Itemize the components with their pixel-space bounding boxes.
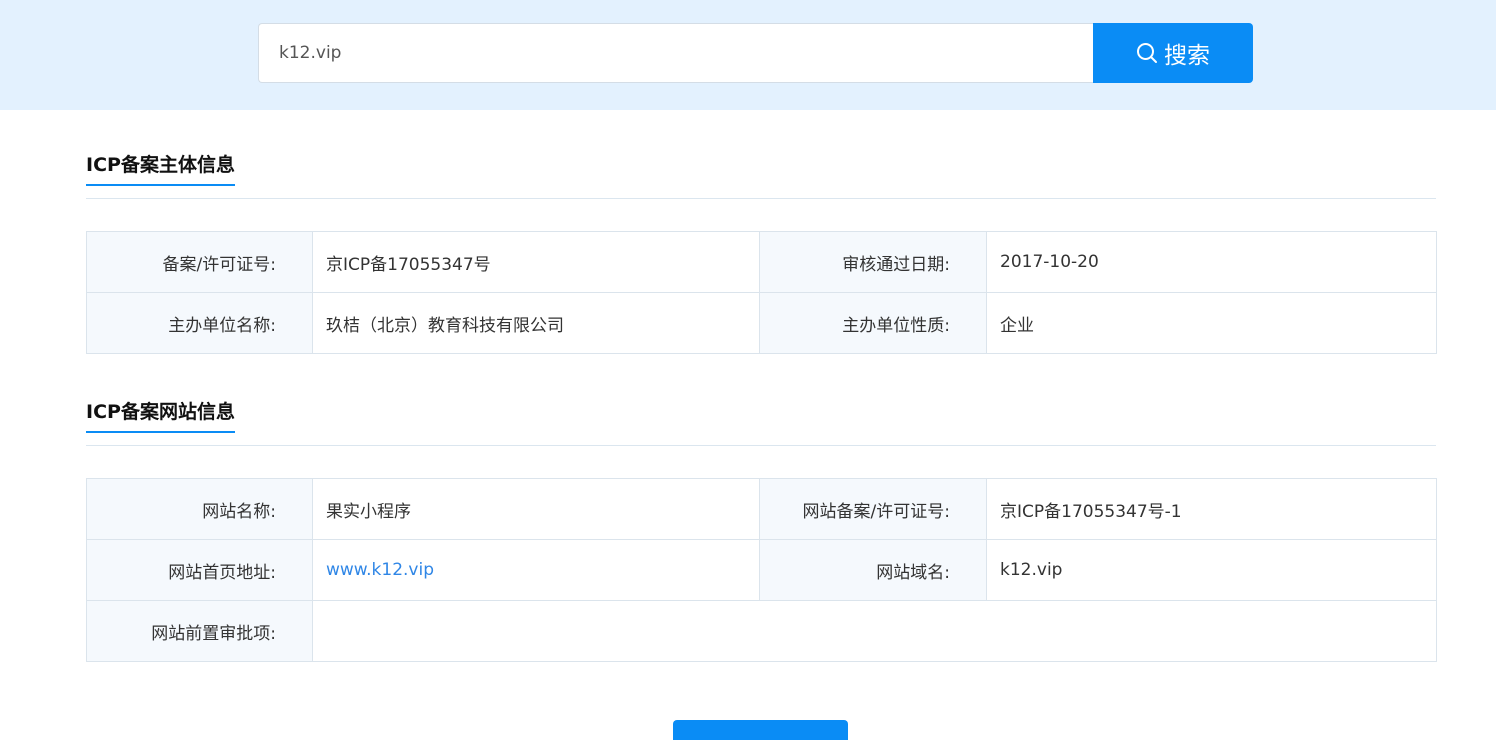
pre-approval-label: 网站前置审批项: [86, 600, 313, 662]
search-input[interactable] [258, 23, 1093, 83]
table-row: 网站前置审批项: [86, 600, 1437, 662]
homepage-url-link[interactable]: www.k12.vip [326, 560, 434, 580]
website-name-label: 网站名称: [86, 478, 313, 540]
table-row: 网站名称: 果实小程序 网站备案/许可证号: 京ICP备17055347号-1 [86, 478, 1437, 540]
approval-date-label: 审核通过日期: [759, 231, 987, 293]
homepage-url-label: 网站首页地址: [86, 539, 313, 601]
bottom-action-button[interactable] [673, 720, 848, 740]
homepage-url-cell: www.k12.vip [312, 539, 760, 601]
domain-value: k12.vip [986, 539, 1437, 601]
search-button-label: 搜索 [1164, 43, 1210, 69]
section-divider [86, 445, 1436, 446]
approval-date-value: 2017-10-20 [986, 231, 1437, 293]
sponsor-type-value: 企业 [986, 292, 1437, 354]
website-name-value: 果实小程序 [312, 478, 760, 540]
sponsor-name-label: 主办单位名称: [86, 292, 313, 354]
table-row: 备案/许可证号: 京ICP备17055347号 审核通过日期: 2017-10-… [86, 231, 1437, 293]
pre-approval-value [312, 600, 1437, 662]
website-info-table: 网站名称: 果实小程序 网站备案/许可证号: 京ICP备17055347号-1 … [86, 478, 1437, 662]
website-section-title: ICP备案网站信息 [86, 401, 235, 433]
domain-label: 网站域名: [759, 539, 987, 601]
table-row: 网站首页地址: www.k12.vip 网站域名: k12.vip [86, 539, 1437, 601]
search-button[interactable]: 搜索 [1093, 23, 1253, 83]
sponsor-name-value: 玖桔（北京）教育科技有限公司 [312, 292, 760, 354]
record-number-value: 京ICP备17055347号 [312, 231, 760, 293]
search-icon [1137, 43, 1157, 63]
record-number-label: 备案/许可证号: [86, 231, 313, 293]
sponsor-type-label: 主办单位性质: [759, 292, 987, 354]
subject-section-title: ICP备案主体信息 [86, 154, 235, 186]
section-divider [86, 198, 1436, 199]
website-license-label: 网站备案/许可证号: [759, 478, 987, 540]
subject-info-table: 备案/许可证号: 京ICP备17055347号 审核通过日期: 2017-10-… [86, 231, 1437, 354]
website-license-value: 京ICP备17055347号-1 [986, 478, 1437, 540]
table-row: 主办单位名称: 玖桔（北京）教育科技有限公司 主办单位性质: 企业 [86, 292, 1437, 354]
